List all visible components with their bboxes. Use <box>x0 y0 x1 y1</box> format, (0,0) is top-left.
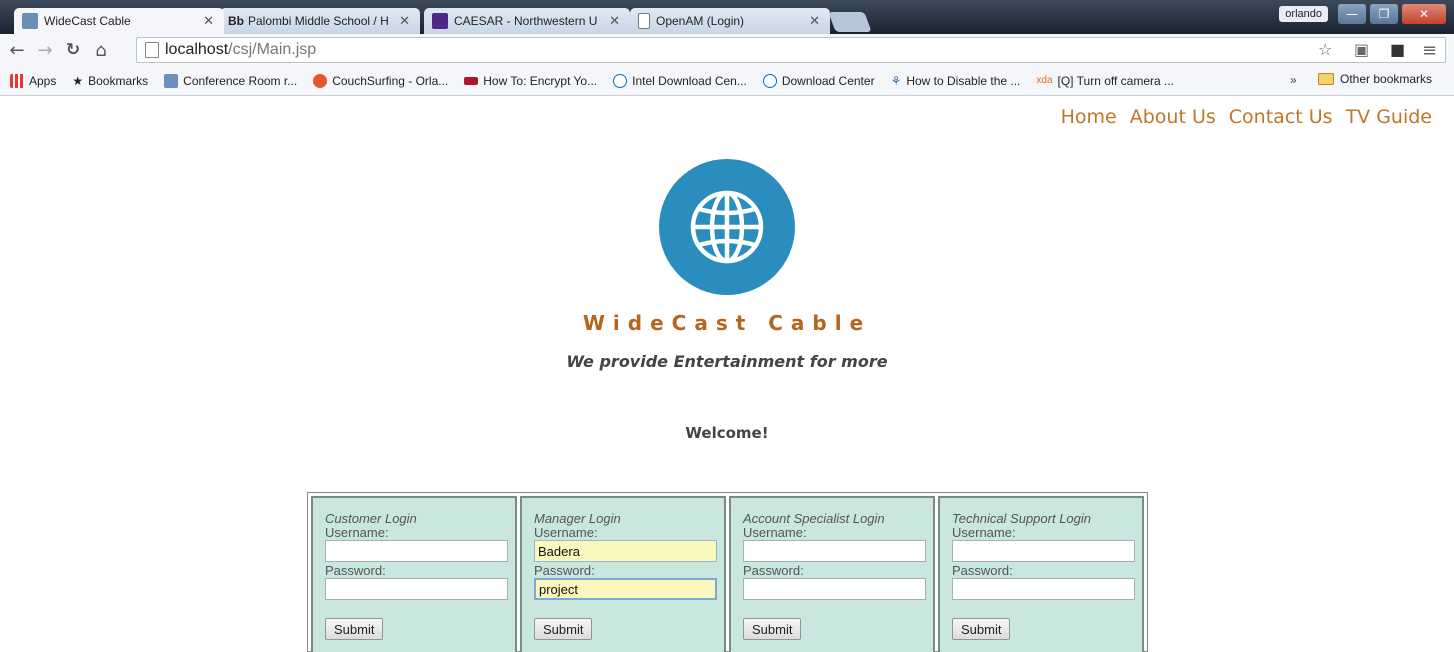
customer-login-panel: Customer Login Username: Password: Submi… <box>311 496 517 652</box>
extension-dark-icon[interactable]: ■ <box>1390 40 1405 59</box>
password-label: Password: <box>534 563 595 578</box>
bookmark-intel-download[interactable]: Intel Download Cen... <box>613 73 747 88</box>
star-icon[interactable]: ☆ <box>1318 40 1332 59</box>
bookmark-download-center[interactable]: Download Center <box>762 73 875 88</box>
intel-icon <box>613 73 628 88</box>
account-specialist-submit-button[interactable]: Submit <box>743 618 802 640</box>
manager-submit-button[interactable]: Submit <box>534 618 593 640</box>
bookmark-bookmarks[interactable]: ★ Bookmarks <box>72 74 148 88</box>
nav-tv-guide-link[interactable]: TV Guide <box>1346 106 1432 128</box>
technical-support-login-panel: Technical Support Login Username: Passwo… <box>938 496 1144 652</box>
home-icon[interactable]: ⌂ <box>90 40 112 61</box>
login-panels: Customer Login Username: Password: Submi… <box>307 492 1148 652</box>
bookmark-apps[interactable]: Apps <box>10 73 56 88</box>
account-specialist-password-input[interactable] <box>743 578 926 600</box>
technical-support-submit-button[interactable]: Submit <box>952 618 1011 640</box>
username-label: Username: <box>534 525 598 540</box>
address-bar[interactable]: localhost/csj/Main.jsp <box>136 37 1446 63</box>
welcome-heading: Welcome! <box>685 424 769 442</box>
tab-title: WideCast Cable <box>44 14 131 28</box>
bookmark-couchsurfing[interactable]: CouchSurfing - Orla... <box>313 73 448 88</box>
folder-icon <box>1318 73 1334 85</box>
browser-toolbar: ← → ↻ ⌂ localhost/csj/Main.jsp ☆ ▣ ■ ≡ <box>0 34 1454 66</box>
customer-password-input[interactable] <box>325 578 508 600</box>
other-bookmarks[interactable]: Other bookmarks <box>1318 72 1432 86</box>
tab-title: CAESAR - Northwestern U <box>454 14 598 28</box>
tab-strip: WideCast Cable ✕ Bb Palombi Middle Schoo… <box>0 0 1454 34</box>
manager-login-panel: Manager Login Username: Password: Submit <box>520 496 726 652</box>
panel-title: Manager Login <box>534 511 621 526</box>
globe-logo-icon <box>659 159 795 295</box>
bookmark-encrypt[interactable]: How To: Encrypt Yo... <box>464 74 597 88</box>
apps-grid-icon <box>10 73 24 88</box>
tab-title: Palombi Middle School / H <box>248 14 389 28</box>
bookmarks-overflow-button[interactable]: » <box>1290 73 1297 87</box>
brand-title: WideCast Cable <box>582 311 872 335</box>
forward-icon[interactable]: → <box>34 40 56 61</box>
bookmark-conference-room[interactable]: Conference Room r... <box>164 73 297 88</box>
figure-icon: ⚘ <box>890 73 902 88</box>
nav-contact-link[interactable]: Contact Us <box>1229 106 1333 128</box>
browser-chrome: WideCast Cable ✕ Bb Palombi Middle Schoo… <box>0 0 1454 96</box>
mpc-icon <box>464 76 479 85</box>
close-window-icon[interactable]: ✕ <box>1402 4 1446 24</box>
menu-icon[interactable]: ≡ <box>1422 40 1437 61</box>
site-nav: Home About Us Contact Us TV Guide <box>1061 106 1432 128</box>
profile-button[interactable]: orlando <box>1279 6 1328 22</box>
back-icon[interactable]: ← <box>6 40 28 61</box>
bookmarks-bar: Apps ★ Bookmarks Conference Room r... Cou… <box>0 66 1454 96</box>
tab-title: OpenAM (Login) <box>656 14 745 28</box>
password-label: Password: <box>952 563 1013 578</box>
username-label: Username: <box>743 525 807 540</box>
manager-password-input[interactable] <box>534 578 717 600</box>
nav-about-link[interactable]: About Us <box>1130 106 1216 128</box>
intel-icon <box>762 73 777 88</box>
page-icon <box>638 13 650 29</box>
technical-support-username-input[interactable] <box>952 540 1135 562</box>
restore-icon[interactable]: ❐ <box>1370 4 1398 24</box>
widecast-favicon-icon <box>22 13 38 29</box>
page-icon <box>145 42 159 58</box>
reload-icon[interactable]: ↻ <box>62 40 84 60</box>
account-specialist-login-panel: Account Specialist Login Username: Passw… <box>729 496 935 652</box>
tab-caesar[interactable]: CAESAR - Northwestern U ✕ <box>424 8 630 34</box>
window-controls: orlando — ❐ ✕ <box>1279 4 1446 24</box>
close-tab-icon[interactable]: ✕ <box>609 13 620 29</box>
close-tab-icon[interactable]: ✕ <box>203 13 214 29</box>
technical-support-password-input[interactable] <box>952 578 1135 600</box>
manager-username-input[interactable] <box>534 540 717 562</box>
panel-title: Account Specialist Login <box>743 511 885 526</box>
close-tab-icon[interactable]: ✕ <box>399 13 410 29</box>
new-tab-button[interactable] <box>828 12 872 32</box>
panel-title: Technical Support Login <box>952 511 1092 526</box>
panel-title: Customer Login <box>325 511 417 526</box>
tagline: We provide Entertainment for more <box>566 352 888 371</box>
close-tab-icon[interactable]: ✕ <box>809 13 820 29</box>
password-label: Password: <box>743 563 804 578</box>
nav-home-link[interactable]: Home <box>1061 106 1117 128</box>
blackboard-icon: Bb <box>228 14 244 28</box>
extension-icon[interactable]: ▣ <box>1354 40 1369 59</box>
bookmark-how-to-disable[interactable]: ⚘ How to Disable the ... <box>891 74 1021 88</box>
sharepoint-icon <box>164 73 179 88</box>
northwestern-icon <box>432 13 448 29</box>
star-filled-icon: ★ <box>72 73 84 88</box>
tab-palombi[interactable]: Bb Palombi Middle School / H ✕ <box>220 8 420 34</box>
couchsurfing-icon <box>313 73 328 88</box>
minimize-icon[interactable]: — <box>1338 4 1366 24</box>
customer-username-input[interactable] <box>325 540 508 562</box>
customer-submit-button[interactable]: Submit <box>325 618 384 640</box>
username-label: Username: <box>325 525 389 540</box>
url-text: localhost/csj/Main.jsp <box>165 41 317 58</box>
account-specialist-username-input[interactable] <box>743 540 926 562</box>
tab-widecast[interactable]: WideCast Cable ✕ <box>14 8 224 34</box>
username-label: Username: <box>952 525 1016 540</box>
bookmark-turn-off-camera[interactable]: xda [Q] Turn off camera ... <box>1036 74 1174 88</box>
xda-icon: xda <box>1036 75 1053 86</box>
tab-openam[interactable]: OpenAM (Login) ✕ <box>630 8 830 34</box>
password-label: Password: <box>325 563 386 578</box>
